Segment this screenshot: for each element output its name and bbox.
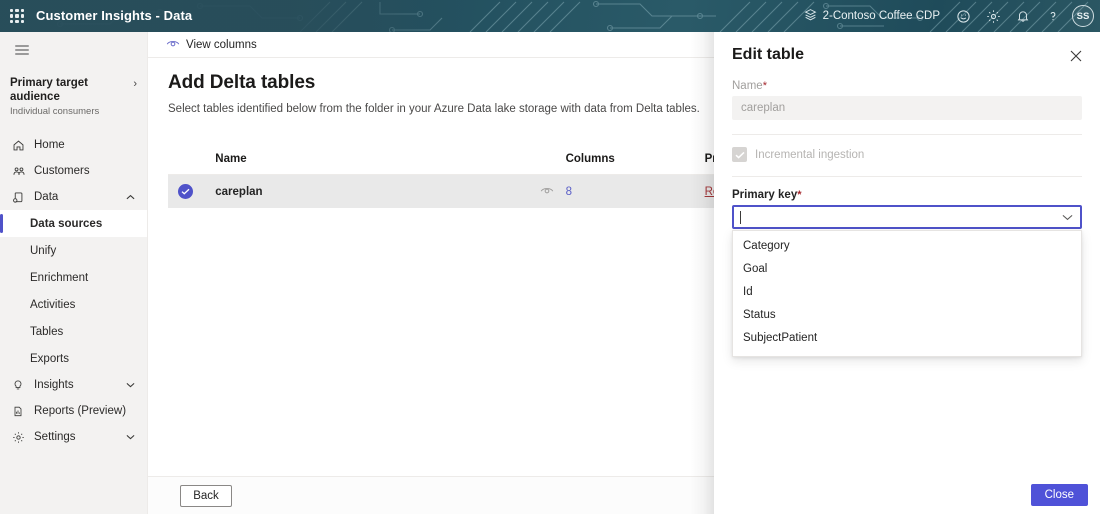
row-select-cell <box>168 175 215 209</box>
smiley-feedback-icon[interactable] <box>948 0 978 32</box>
sidebar-item-home[interactable]: Home <box>0 132 147 158</box>
view-columns-label: View columns <box>186 38 257 51</box>
app-title: Customer Insights - Data <box>36 8 193 23</box>
chevron-down-icon[interactable] <box>1054 207 1080 227</box>
back-button[interactable]: Back <box>180 484 232 507</box>
left-navigation: Primary target audience Individual consu… <box>0 32 148 514</box>
gear-icon[interactable] <box>978 0 1008 32</box>
column-header-columns: Columns <box>565 145 705 175</box>
incremental-ingestion-row: Incremental ingestion <box>732 147 1082 162</box>
row-preview-cell <box>507 175 565 209</box>
name-field-label: Name* <box>732 80 1082 92</box>
sidebar-item-tables[interactable]: Tables <box>0 318 147 345</box>
sidebar-item-insights[interactable]: Insights <box>0 372 147 398</box>
dropdown-option[interactable]: SubjectPatient <box>733 327 1081 350</box>
environment-icon <box>804 8 817 24</box>
sidebar-item-unify[interactable]: Unify <box>0 237 147 264</box>
panel-divider <box>732 134 1082 135</box>
sidebar-item-customers[interactable]: Customers <box>0 158 147 184</box>
name-required-star: * <box>762 80 767 92</box>
close-icon[interactable] <box>1064 44 1088 68</box>
sidebar-item-label: Settings <box>34 431 76 443</box>
environment-label: 2-Contoso Coffee CDP <box>822 10 940 22</box>
sidebar-item-label: Exports <box>30 352 69 365</box>
chevron-down-icon[interactable] <box>126 432 147 442</box>
panel-body: Name* careplan Incremental ingestion Pri… <box>714 64 1100 357</box>
chevron-right-icon[interactable]: › <box>133 76 137 90</box>
chevron-down-icon[interactable] <box>126 380 147 390</box>
dropdown-option[interactable]: Category <box>733 235 1081 258</box>
sidebar-item-label: Insights <box>34 379 74 391</box>
panel-header: Edit table <box>714 32 1100 64</box>
text-cursor <box>740 210 741 224</box>
primary-key-required-star: * <box>797 189 802 201</box>
hamburger-menu-icon[interactable] <box>0 32 44 68</box>
primary-key-combobox-wrap: Category Goal Id Status SubjectPatient <box>732 205 1082 357</box>
question-mark-icon[interactable] <box>1038 0 1068 32</box>
primary-key-field-label: Primary key* <box>732 189 1082 201</box>
bell-icon[interactable] <box>1008 0 1038 32</box>
name-field: careplan <box>732 96 1082 120</box>
sidebar-item-label: Data <box>34 191 59 203</box>
row-name: careplan <box>215 185 263 198</box>
sidebar-item-exports[interactable]: Exports <box>0 345 147 372</box>
sidebar-item-data-sources[interactable]: Data sources <box>0 210 147 237</box>
people-icon <box>12 165 32 178</box>
column-header-preview <box>507 145 566 175</box>
environment-selector[interactable]: 2-Contoso Coffee CDP <box>796 0 948 32</box>
primary-key-label-text: Primary key <box>732 189 798 201</box>
primary-target-audience-selector[interactable]: Primary target audience Individual consu… <box>0 68 147 126</box>
sidebar-item-label: Unify <box>30 244 57 257</box>
nav-list: Home Customers Data Data sources Unify E… <box>0 132 147 450</box>
close-button[interactable]: Close <box>1030 484 1088 506</box>
dropdown-option[interactable]: Status <box>733 304 1081 327</box>
home-icon <box>12 139 32 152</box>
database-icon <box>12 191 32 204</box>
row-columns-link[interactable]: 8 <box>566 186 572 198</box>
sidebar-item-activities[interactable]: Activities <box>0 291 147 318</box>
panel-footer: Close <box>714 476 1100 514</box>
eye-icon[interactable] <box>540 185 554 199</box>
audience-subtitle: Individual consumers <box>10 106 100 117</box>
row-selected-checkmark-icon[interactable] <box>178 184 193 199</box>
primary-key-combobox[interactable] <box>732 205 1082 229</box>
eye-icon <box>166 38 180 52</box>
sidebar-item-label: Tables <box>30 325 64 338</box>
report-icon <box>12 405 32 418</box>
panel-divider-2 <box>732 176 1082 177</box>
column-header-select <box>168 145 216 175</box>
sidebar-item-label: Reports (Preview) <box>34 405 127 417</box>
audience-title: Primary target audience <box>10 77 88 103</box>
sidebar-item-label: Home <box>34 139 65 151</box>
sidebar-item-reports[interactable]: Reports (Preview) <box>0 398 147 424</box>
app-root: Customer Insights - Data 2-Contoso Coffe… <box>0 0 1100 514</box>
primary-key-dropdown: Category Goal Id Status SubjectPatient <box>732 230 1082 357</box>
dropdown-option[interactable]: Id <box>733 281 1081 304</box>
name-label-text: Name <box>732 80 763 92</box>
edit-table-panel: Edit table Name* careplan Incremental in… <box>714 32 1100 514</box>
view-columns-button[interactable]: View columns <box>160 32 263 58</box>
row-columns-cell: 8 <box>566 175 705 209</box>
panel-title: Edit table <box>732 46 805 63</box>
incremental-ingestion-checkbox <box>732 147 747 162</box>
chevron-up-icon[interactable] <box>126 192 147 202</box>
sidebar-item-data[interactable]: Data <box>0 184 147 210</box>
sidebar-item-label: Customers <box>34 165 90 177</box>
dropdown-option[interactable]: Goal <box>733 258 1081 281</box>
sidebar-item-enrichment[interactable]: Enrichment <box>0 264 147 291</box>
sidebar-item-label: Activities <box>30 298 76 311</box>
sidebar-item-settings[interactable]: Settings <box>0 424 147 450</box>
sidebar-item-label: Data sources <box>30 217 103 230</box>
lightbulb-icon <box>12 379 32 392</box>
banner-right-actions: 2-Contoso Coffee CDP SS <box>796 0 1094 32</box>
sidebar-item-label: Enrichment <box>30 271 89 284</box>
app-launcher-icon[interactable] <box>8 7 26 25</box>
incremental-ingestion-label: Incremental ingestion <box>755 148 865 161</box>
column-header-name: Name <box>215 145 508 175</box>
gear-icon <box>12 431 32 444</box>
top-banner: Customer Insights - Data 2-Contoso Coffe… <box>0 0 1100 32</box>
avatar[interactable]: SS <box>1072 5 1094 27</box>
